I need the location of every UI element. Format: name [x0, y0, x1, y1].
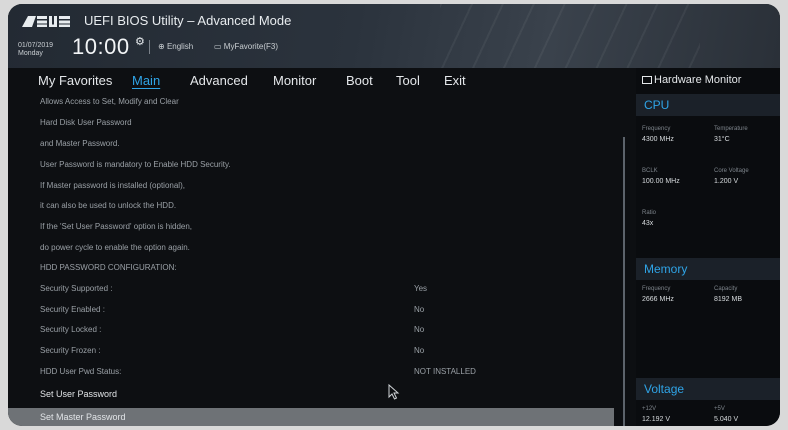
cpu-temperature-label: Temperature: [714, 126, 748, 132]
setting-value-security-supported: Yes: [414, 284, 428, 293]
language-label: English: [166, 42, 194, 51]
date-value: 01/07/2019: [18, 42, 54, 49]
cpu-section-header: CPU: [636, 94, 780, 116]
setting-value-security-frozen: No: [414, 346, 425, 355]
v5-label: +5V: [714, 406, 725, 412]
set-master-password-item[interactable]: Set Master Password: [40, 412, 126, 422]
header-bar: UEFI BIOS Utility – Advanced Mode 01/07/…: [8, 4, 780, 68]
setting-label-security-supported: Security Supported :: [40, 284, 113, 293]
monitor-icon: [642, 76, 652, 84]
v12-value: 12.192 V: [642, 416, 671, 423]
v5-value: 5.040 V: [714, 416, 739, 423]
hardware-monitor-panel: Hardware Monitor CPU Frequency 4300 MHz …: [636, 68, 780, 426]
my-favorite-button[interactable]: ▭ MyFavorite(F3): [214, 42, 278, 51]
cpu-frequency-label: Frequency: [642, 126, 671, 132]
ratio-label: Ratio: [642, 210, 657, 216]
memory-capacity-value: 8192 MB: [714, 296, 743, 303]
help-text-line: If the 'Set User Password' option is hid…: [40, 222, 193, 231]
memory-capacity-label: Capacity: [714, 286, 738, 292]
my-favorite-label: MyFavorite(F3): [223, 42, 279, 51]
help-text-line: do power cycle to enable the option agai…: [40, 243, 190, 252]
tab-boot[interactable]: Boot: [346, 73, 373, 88]
setting-label-security-frozen: Security Frozen :: [40, 346, 101, 355]
clock: 10:00: [72, 34, 130, 59]
help-text-line: it can also be used to unlock the HDD.: [40, 201, 177, 210]
core-voltage-label: Core Voltage: [714, 168, 749, 174]
memory-frequency-value: 2666 MHz: [642, 296, 674, 303]
main-scrollbar[interactable]: [623, 137, 625, 426]
app-title: UEFI BIOS Utility – Advanced Mode: [84, 13, 292, 28]
help-text-line: If Master password is installed (optiona…: [40, 181, 185, 190]
help-text-line: User Password is mandatory to Enable HDD…: [40, 160, 231, 169]
tab-exit[interactable]: Exit: [444, 73, 466, 88]
v12-label: +12V: [642, 406, 657, 412]
setting-label-security-locked: Security Locked :: [40, 325, 102, 334]
setting-value-hdd-user-pwd-status: NOT INSTALLED: [414, 367, 476, 376]
favorites-icon: ▭: [214, 42, 222, 51]
tab-advanced[interactable]: Advanced: [190, 73, 248, 88]
help-text-line: Hard Disk User Password: [40, 118, 132, 127]
tab-tool[interactable]: Tool: [396, 73, 420, 88]
hardware-monitor-title: Hardware Monitor: [642, 74, 741, 86]
ratio-value: 43x: [642, 220, 654, 227]
mouse-cursor-icon: [388, 384, 400, 400]
help-text-line: Allows Access to Set, Modify and Clear: [40, 97, 179, 106]
language-selector[interactable]: ⊕ English: [158, 42, 193, 51]
bclk-label: BCLK: [642, 168, 658, 174]
setting-value-security-enabled: No: [414, 305, 425, 314]
core-voltage-value: 1.200 V: [714, 178, 739, 185]
memory-frequency-label: Frequency: [642, 286, 671, 292]
bios-screen: UEFI BIOS Utility – Advanced Mode 01/07/…: [8, 4, 780, 426]
asus-logo: [22, 16, 70, 27]
main-nav: My Favorites Main Advanced Monitor Boot …: [8, 68, 628, 96]
setting-label-hdd-user-pwd-status: HDD User Pwd Status:: [40, 367, 122, 376]
tab-monitor[interactable]: Monitor: [273, 73, 316, 88]
cpu-frequency-value: 4300 MHz: [642, 136, 674, 143]
setting-label-security-enabled: Security Enabled :: [40, 305, 105, 314]
day-value: Monday: [18, 50, 43, 57]
header-divider: [149, 40, 150, 54]
help-text-line: and Master Password.: [40, 139, 120, 148]
bclk-value: 100.00 MHz: [642, 178, 680, 185]
section-heading: HDD PASSWORD CONFIGURATION:: [40, 263, 177, 272]
date-display: 01/07/2019 Monday: [18, 42, 53, 58]
cpu-temperature-value: 31°C: [714, 136, 730, 143]
set-user-password-item[interactable]: Set User Password: [40, 389, 117, 399]
memory-section-header: Memory: [636, 258, 780, 280]
tab-main[interactable]: Main: [132, 73, 160, 88]
main-panel: Allows Access to Set, Modify and Clear H…: [8, 94, 620, 426]
tab-my-favorites[interactable]: My Favorites: [38, 73, 112, 88]
voltage-section-header: Voltage: [636, 378, 780, 400]
setting-value-security-locked: No: [414, 325, 425, 334]
gear-icon[interactable]: ⚙: [135, 35, 145, 48]
globe-icon: ⊕: [158, 42, 165, 51]
